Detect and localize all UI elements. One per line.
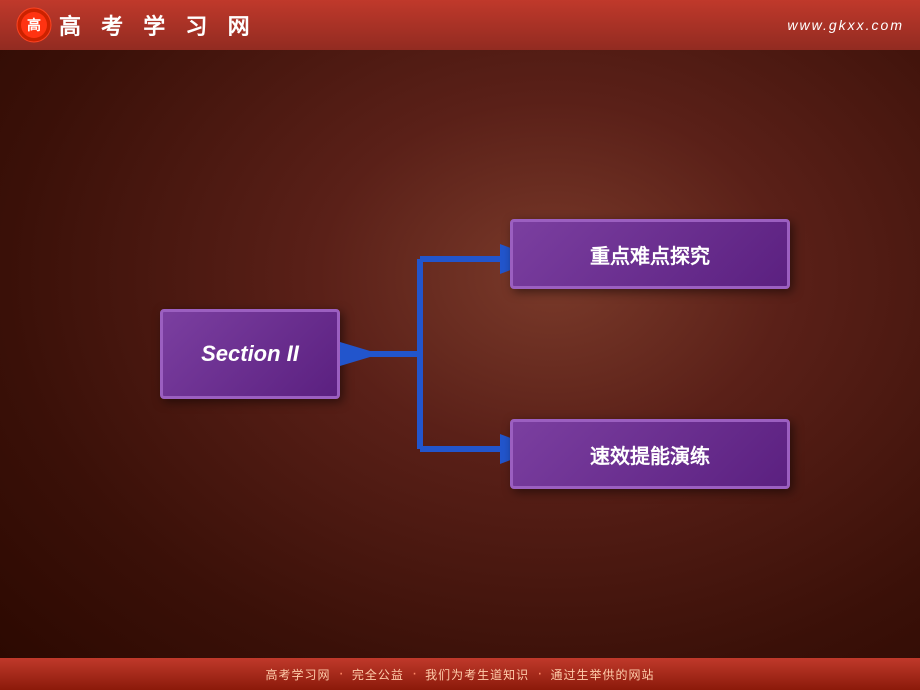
logo-icon: 高: [16, 7, 52, 43]
footer-text2: 完全公益: [352, 666, 404, 683]
main-arrow: [340, 342, 380, 366]
box2-label: 速效提能演练: [590, 440, 710, 469]
footer-sep2: ·: [412, 665, 417, 683]
logo: 高 高 考 学 习 网: [16, 7, 257, 43]
footer-sep3: ·: [537, 665, 542, 683]
section-label: Section II: [201, 341, 299, 367]
box1-container[interactable]: 重点难点探究: [510, 219, 790, 289]
header-url: www.gkxx.com: [787, 17, 904, 33]
footer-sep1: ·: [338, 665, 343, 683]
footer-text4: 通过生举供的网站: [551, 666, 655, 683]
main-content: Section II: [0, 50, 920, 658]
header: 高 高 考 学 习 网 www.gkxx.com: [0, 0, 920, 50]
svg-text:高: 高: [27, 17, 41, 34]
app-container: 高 高 考 学 习 网 www.gkxx.com Section II: [0, 0, 920, 690]
logo-text: 高 考 学 习 网: [58, 9, 257, 41]
box2: 速效提能演练: [510, 419, 790, 489]
diagram: Section II: [110, 164, 810, 544]
footer-text1: 高考学习网: [265, 666, 330, 683]
box2-container[interactable]: 速效提能演练: [510, 419, 790, 489]
footer-text3: 我们为考生道知识: [425, 666, 529, 683]
box1-label: 重点难点探究: [590, 240, 710, 269]
footer: 高考学习网 · 完全公益 · 我们为考生道知识 · 通过生举供的网站: [0, 658, 920, 690]
box1: 重点难点探究: [510, 219, 790, 289]
section-box[interactable]: Section II: [160, 309, 340, 399]
